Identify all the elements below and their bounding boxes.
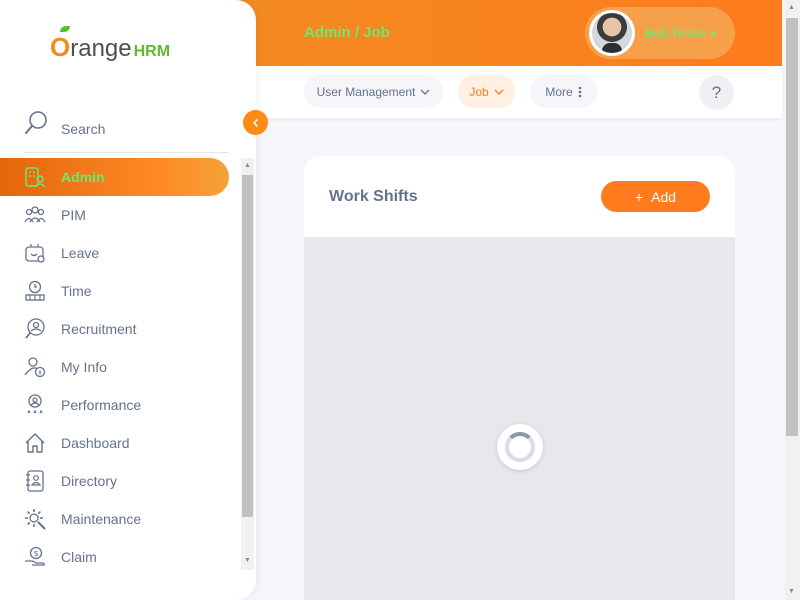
directory-icon (26, 470, 44, 492)
svg-text:$: $ (34, 549, 39, 558)
breadcrumb: Admin / Job (304, 24, 390, 41)
sidebar-item-recruitment[interactable]: Recruitment (0, 310, 229, 348)
performance-icon (27, 394, 43, 414)
sidebar-scroll-up-icon[interactable]: ▲ (244, 162, 251, 169)
sidebar-item-pim[interactable]: PIM (0, 196, 229, 234)
collapse-sidebar-button[interactable] (243, 110, 268, 135)
sidebar-item-label: Admin (61, 169, 105, 185)
top-header-bar: Admin / Job Bob Tester ▾ (200, 0, 782, 66)
chevron-left-icon (252, 118, 258, 127)
sidebar-item-performance[interactable]: Performance (0, 386, 229, 424)
scroll-down-icon[interactable]: ▼ (788, 588, 795, 595)
sidebar: Orange HRM Search Admin PIM Leave Time Re… (0, 0, 256, 600)
sidebar-search[interactable]: Search (24, 108, 229, 153)
sidebar-item-label: PIM (61, 207, 86, 223)
scroll-up-icon[interactable]: ▲ (788, 4, 795, 11)
search-label: Search (61, 121, 106, 137)
sidebar-item-label: Dashboard (61, 435, 130, 451)
sidebar-item-time[interactable]: Time (0, 272, 229, 310)
time-icon (25, 280, 45, 301)
sidebar-item-admin[interactable]: Admin (0, 158, 229, 196)
chevron-down-icon: ▾ (710, 27, 717, 40)
tab-user-management[interactable]: User Management (304, 75, 443, 108)
spinner-icon (505, 432, 535, 462)
tab-job[interactable]: Job (458, 75, 515, 108)
search-icon (25, 111, 47, 134)
admin-icon (25, 167, 46, 188)
content-loading-area (304, 237, 735, 600)
avatar (589, 10, 635, 56)
recruitment-icon (25, 318, 45, 339)
sidebar-scroll-down-icon[interactable]: ▼ (244, 557, 251, 564)
sidebar-item-directory[interactable]: Directory (0, 462, 229, 500)
tab-more[interactable]: More (530, 75, 597, 108)
sidebar-item-label: Recruitment (61, 321, 137, 337)
sidebar-item-label: My Info (61, 359, 107, 375)
sidebar-item-label: Maintenance (61, 511, 142, 527)
add-label: Add (651, 188, 677, 205)
chevron-down-icon (420, 89, 430, 95)
plus-icon: + (634, 188, 644, 205)
user-menu-dropdown[interactable]: Bob Tester ▾ (585, 7, 735, 59)
tab-label: Job (469, 84, 489, 99)
sidebar-item-maintenance[interactable]: Maintenance (0, 500, 229, 538)
more-vertical-icon (578, 86, 581, 97)
sidebar-item-leave[interactable]: Leave (0, 234, 229, 272)
loading-spinner (497, 424, 543, 470)
user-name: Bob Tester (645, 26, 707, 40)
sidebar-item-my-info[interactable]: My Info (0, 348, 229, 386)
main-scrollbar-thumb[interactable] (786, 18, 798, 436)
sidebar-item-label: Claim (61, 549, 97, 565)
work-shifts-card: Work Shifts + Add (304, 156, 735, 600)
sidebar-item-label: Directory (61, 473, 118, 489)
sidebar-scrollbar-thumb[interactable] (242, 175, 253, 517)
tab-label: More (545, 84, 573, 99)
dashboard-icon (25, 433, 45, 453)
sidebar-item-label: Time (61, 283, 92, 299)
sidebar-item-dashboard[interactable]: Dashboard (0, 424, 229, 462)
page-title: Work Shifts (329, 188, 418, 205)
my-info-icon (24, 357, 46, 378)
tab-label: User Management (316, 84, 416, 99)
chevron-down-icon (494, 89, 504, 95)
sidebar-item-label: Leave (61, 245, 100, 261)
pim-icon (24, 206, 46, 223)
sidebar-item-label: Performance (61, 397, 142, 413)
help-button[interactable]: ? (699, 75, 734, 110)
add-button[interactable]: + Add (601, 181, 710, 212)
top-subnav: User Management Job More ? (200, 66, 782, 118)
maintenance-icon (25, 509, 46, 530)
sidebar-item-claim[interactable]: $ Claim (0, 538, 229, 576)
orangehrm-logo: Orange HRM (50, 26, 170, 63)
claim-icon: $ (25, 546, 45, 566)
leave-icon (25, 244, 45, 263)
